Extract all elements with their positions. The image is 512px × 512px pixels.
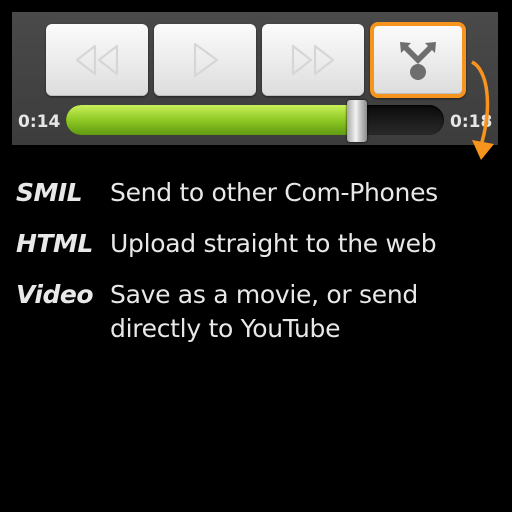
share-icon [400,42,436,80]
legend-text: Upload straight to the web [110,229,437,258]
share-button[interactable] [370,22,466,98]
rewind-icon [75,44,119,76]
fast-forward-button[interactable] [262,24,364,96]
elapsed-time: 0:14 [18,112,61,132]
play-icon [193,42,219,78]
orange-arrow-icon [471,60,494,160]
seek-bar-progress [66,105,358,135]
legend-key: HTML [16,229,93,258]
legend-text: Send to other Com-Phones [110,178,438,207]
seek-thumb[interactable] [347,100,368,142]
media-player-panel: 0:14 0:18 [12,12,498,145]
rewind-button[interactable] [46,24,148,96]
legend-text: Save as a movie, or send directly to You… [110,280,418,343]
seek-bar[interactable] [66,105,444,135]
legend-key: SMIL [16,178,83,207]
fast-forward-icon [291,44,335,76]
play-button[interactable] [154,24,256,96]
legend-key: Video [16,280,94,309]
